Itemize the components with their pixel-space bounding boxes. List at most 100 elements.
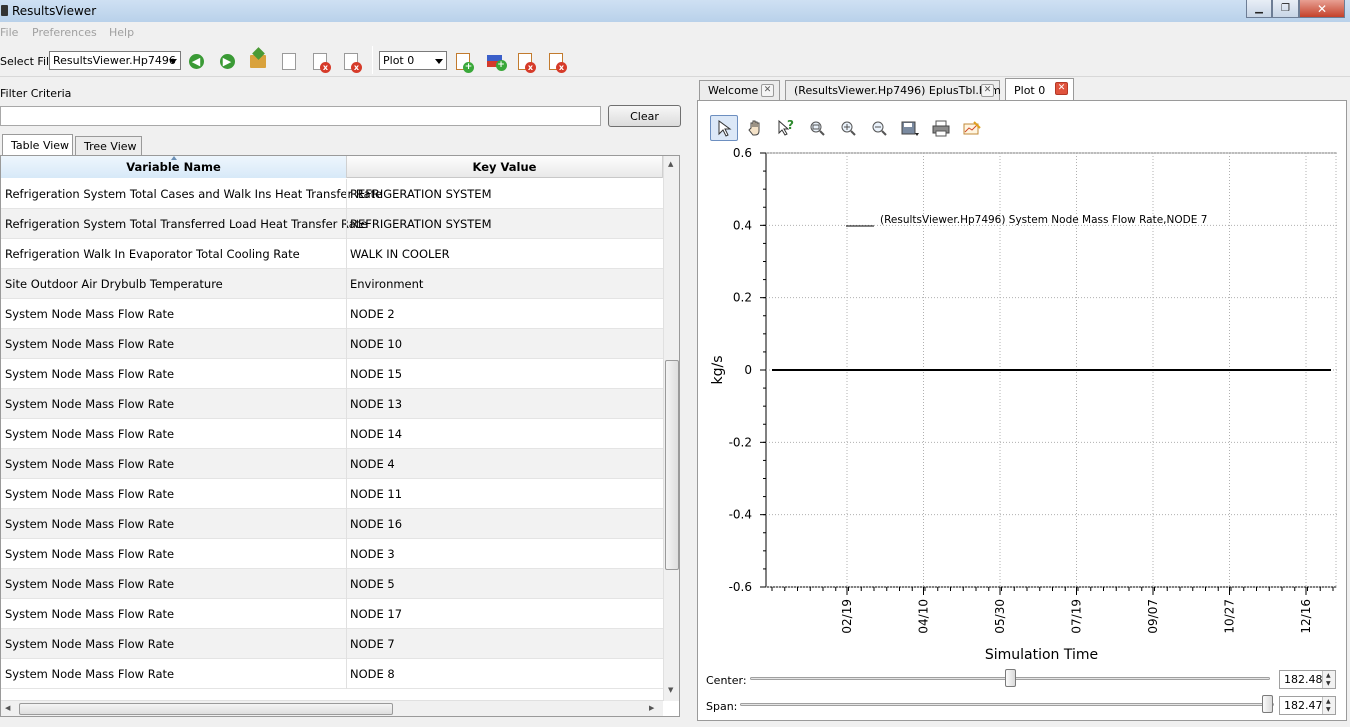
- table-row[interactable]: System Node Mass Flow Rate NODE 11: [1, 479, 663, 509]
- help-tool-button[interactable]: ?: [772, 115, 800, 141]
- table-row[interactable]: System Node Mass Flow Rate NODE 2: [1, 299, 663, 329]
- center-value: 182.48: [1284, 673, 1323, 686]
- table-row[interactable]: System Node Mass Flow Rate NODE 17: [1, 599, 663, 629]
- chart-properties-button[interactable]: [958, 115, 986, 141]
- tab-tree-view[interactable]: Tree View: [75, 136, 142, 156]
- table-row[interactable]: System Node Mass Flow Rate NODE 13: [1, 389, 663, 419]
- key-value-cell: NODE 14: [350, 427, 403, 441]
- column-divider: [346, 299, 347, 329]
- close-tab-icon[interactable]: ✕: [981, 84, 994, 97]
- clear-button[interactable]: Clear: [608, 105, 681, 127]
- vertical-scroll-thumb[interactable]: [665, 360, 679, 570]
- svg-text:?: ?: [787, 118, 794, 132]
- key-value-cell: NODE 17: [350, 607, 403, 621]
- table-row[interactable]: Site Outdoor Air Drybulb Temperature Envi…: [1, 269, 663, 299]
- center-spinbox[interactable]: 182.48 ▲ ▼: [1279, 670, 1336, 689]
- menu-help[interactable]: Help: [109, 26, 134, 39]
- title-bar: ResultsViewer ▁ ❐ ✕: [0, 0, 1350, 22]
- variable-name-cell: System Node Mass Flow Rate: [5, 667, 175, 681]
- add-plot-button[interactable]: +: [452, 50, 474, 73]
- table-row[interactable]: System Node Mass Flow Rate NODE 16: [1, 509, 663, 539]
- menu-preferences[interactable]: Preferences: [32, 26, 97, 39]
- chart-add-icon: +: [456, 52, 474, 73]
- document-button[interactable]: [278, 50, 300, 72]
- table-row[interactable]: System Node Mass Flow Rate NODE 4: [1, 449, 663, 479]
- zoom-in-button[interactable]: [834, 115, 862, 141]
- y-tick-label: -0.6: [729, 580, 752, 594]
- open-file-button[interactable]: [247, 46, 269, 72]
- zoom-out-button[interactable]: [865, 115, 893, 141]
- select-tool-button[interactable]: [710, 115, 738, 141]
- minimize-button[interactable]: ▁: [1246, 0, 1272, 18]
- variable-name-cell: Site Outdoor Air Drybulb Temperature: [5, 277, 223, 291]
- table-row[interactable]: System Node Mass Flow Rate NODE 5: [1, 569, 663, 599]
- documents-remove-icon: x: [344, 52, 362, 73]
- forward-button[interactable]: ▶: [216, 50, 238, 72]
- plot-select[interactable]: Plot 0: [379, 51, 447, 70]
- spin-down-icon[interactable]: ▼: [1326, 706, 1331, 713]
- span-slider-track[interactable]: [740, 703, 1274, 706]
- scroll-left-icon[interactable]: ◀: [5, 704, 10, 712]
- scroll-down-icon[interactable]: ▼: [668, 686, 673, 694]
- table-row[interactable]: System Node Mass Flow Rate NODE 14: [1, 419, 663, 449]
- app-icon: [1, 5, 8, 16]
- x-tick-label: 12/16: [1299, 599, 1313, 634]
- filter-input[interactable]: [0, 106, 601, 126]
- vertical-scrollbar[interactable]: ▲ ▼: [663, 156, 679, 701]
- tab-eplustbl[interactable]: (ResultsViewer.Hp7496) EplusTbl.htm ✕: [785, 80, 1001, 100]
- spin-up-icon[interactable]: ▲: [1326, 698, 1331, 705]
- remove-all-files-button[interactable]: x: [340, 50, 362, 73]
- column-header-variable-name[interactable]: Variable Name: [1, 156, 347, 178]
- legend-label: (ResultsViewer.Hp7496) System Node Mass …: [880, 214, 1207, 226]
- variables-table: Variable Name Key Value Refrigeration Sy…: [0, 155, 680, 717]
- maximize-button[interactable]: ❐: [1272, 0, 1299, 18]
- spin-down-icon[interactable]: ▼: [1326, 680, 1331, 687]
- scroll-up-icon[interactable]: ▲: [668, 160, 673, 168]
- back-button[interactable]: ◀: [185, 50, 207, 72]
- horizontal-scroll-thumb[interactable]: [19, 703, 393, 715]
- tab-welcome[interactable]: Welcome ✕: [699, 80, 780, 100]
- table-row[interactable]: Refrigeration System Total Cases and Wal…: [1, 179, 663, 209]
- span-slider-thumb[interactable]: [1261, 695, 1273, 713]
- remove-plot-button[interactable]: x: [514, 50, 536, 73]
- table-row[interactable]: System Node Mass Flow Rate NODE 8: [1, 659, 663, 689]
- table-row[interactable]: System Node Mass Flow Rate NODE 7: [1, 629, 663, 659]
- column-header-key-value[interactable]: Key Value: [347, 156, 663, 178]
- table-row[interactable]: Refrigeration System Total Transferred L…: [1, 209, 663, 239]
- document-icon: [282, 52, 296, 70]
- center-slider-thumb[interactable]: [1004, 669, 1016, 687]
- scroll-right-icon[interactable]: ▶: [649, 704, 654, 712]
- key-value-cell: NODE 7: [350, 637, 395, 651]
- variable-name-cell: System Node Mass Flow Rate: [5, 487, 175, 501]
- center-label: Center:: [706, 674, 747, 687]
- chevron-down-icon: [435, 59, 443, 64]
- variable-name-cell: System Node Mass Flow Rate: [5, 547, 175, 561]
- spin-up-icon[interactable]: ▲: [1326, 672, 1331, 679]
- chart-edit-icon: [963, 121, 981, 135]
- remove-all-plots-button[interactable]: x: [545, 50, 567, 73]
- column-divider: [346, 569, 347, 599]
- add-plot-color-button[interactable]: +: [483, 50, 507, 72]
- table-row[interactable]: System Node Mass Flow Rate NODE 3: [1, 539, 663, 569]
- pan-tool-button[interactable]: [741, 115, 769, 141]
- tab-plot-0[interactable]: Plot 0 ✕: [1005, 78, 1074, 101]
- table-row[interactable]: System Node Mass Flow Rate NODE 15: [1, 359, 663, 389]
- table-row[interactable]: System Node Mass Flow Rate NODE 10: [1, 329, 663, 359]
- key-value-cell: NODE 5: [350, 577, 395, 591]
- zoom-area-button[interactable]: [803, 115, 831, 141]
- variable-name-cell: System Node Mass Flow Rate: [5, 637, 175, 651]
- close-tab-icon[interactable]: ✕: [761, 84, 774, 97]
- export-button[interactable]: [896, 115, 924, 141]
- close-tab-icon[interactable]: ✕: [1055, 82, 1068, 95]
- print-button[interactable]: [927, 115, 955, 141]
- remove-file-button[interactable]: x: [309, 50, 331, 73]
- horizontal-scrollbar[interactable]: ◀ ▶: [1, 700, 663, 716]
- span-spinbox[interactable]: 182.47 ▲ ▼: [1279, 696, 1336, 715]
- file-select[interactable]: ResultsViewer.Hp7496: [49, 51, 181, 70]
- key-value-cell: NODE 2: [350, 307, 395, 321]
- tab-table-view[interactable]: Table View: [2, 134, 73, 156]
- menu-file[interactable]: File: [0, 26, 18, 39]
- table-row[interactable]: Refrigeration Walk In Evaporator Total C…: [1, 239, 663, 269]
- x-tick-label: 10/27: [1223, 599, 1237, 634]
- close-button[interactable]: ✕: [1299, 0, 1345, 18]
